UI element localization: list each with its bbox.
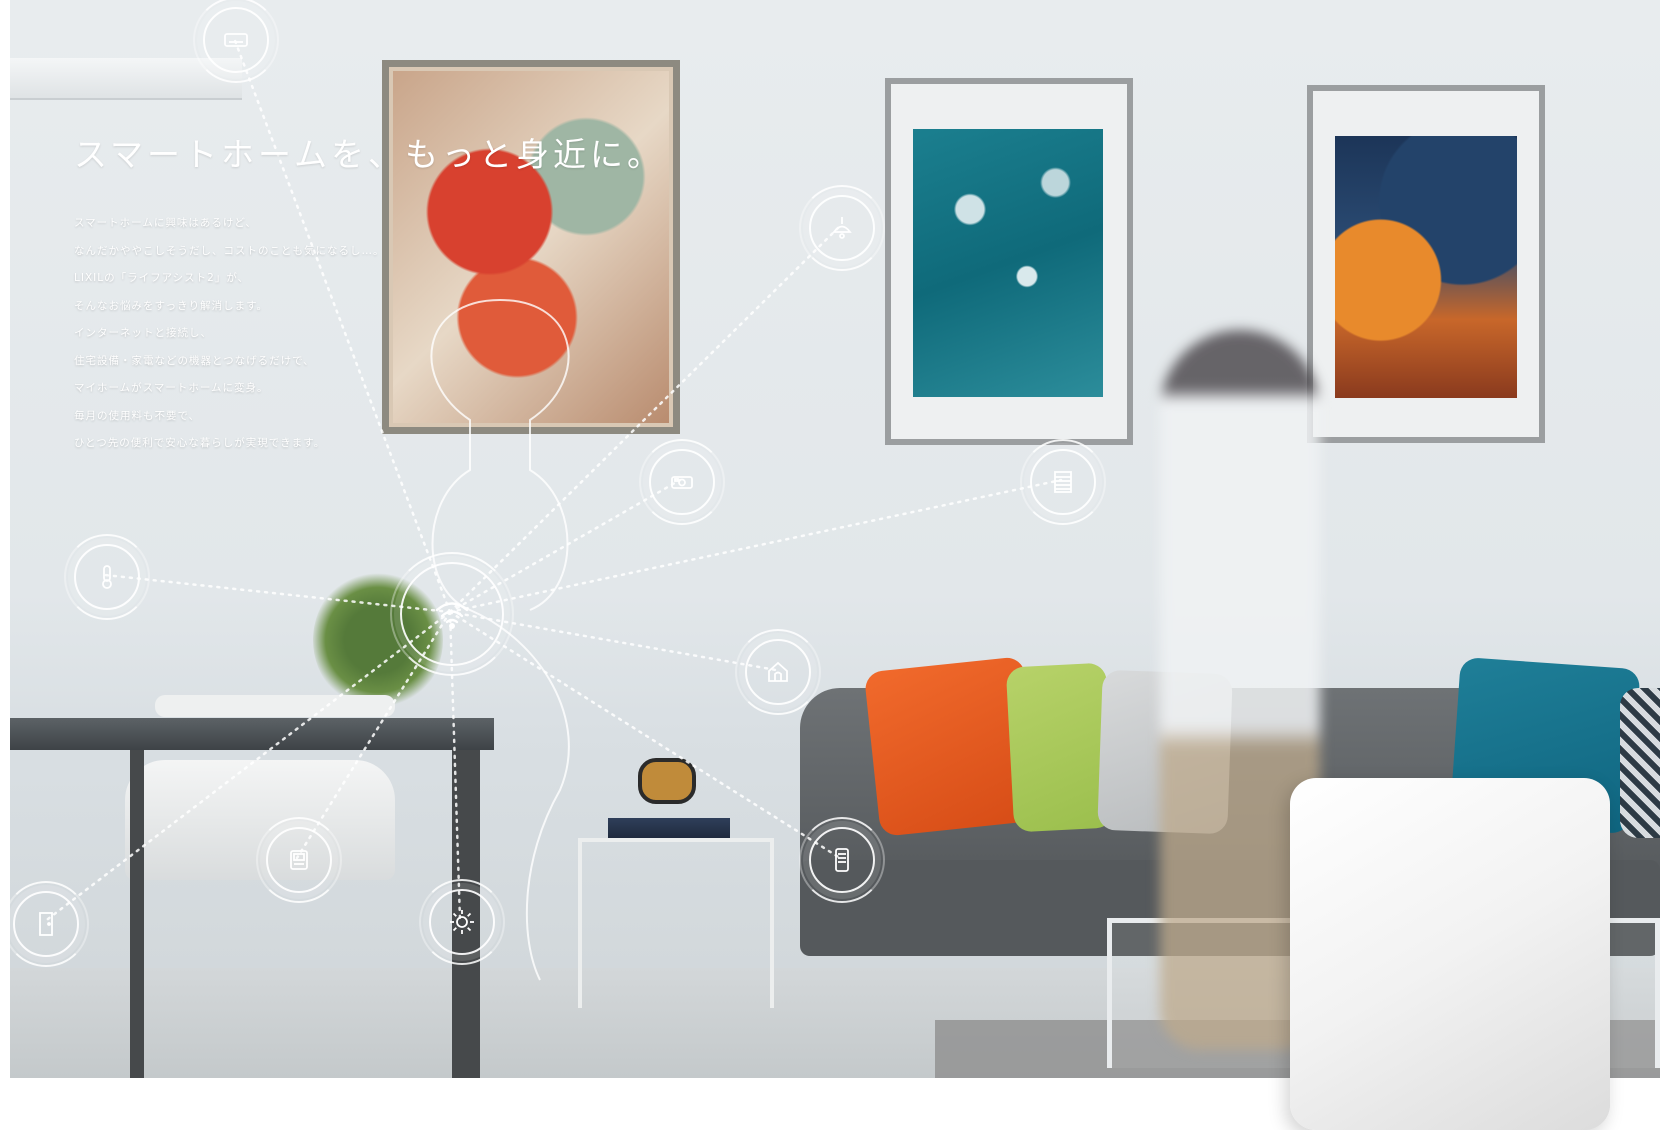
painting-almond-blossom-canvas xyxy=(913,129,1103,397)
painting-almond-blossom xyxy=(885,78,1133,445)
books xyxy=(608,818,730,838)
remote-icon xyxy=(256,817,342,903)
body-line: なんだかややこしそうだし、コストのことも気になるし…。 xyxy=(74,244,385,257)
body-line: マイホームがスマートホームに変身。 xyxy=(74,382,269,394)
headline: スマートホームを、もっと身近に。 xyxy=(74,135,665,174)
body-line: 住宅設備・家電などの機器とつなげるだけで、 xyxy=(74,354,315,367)
thermometer-icon xyxy=(64,534,150,620)
dining-table-top xyxy=(10,718,494,750)
body-copy: スマートホームに興味はあるけど、 なんだかややこしそうだし、コストのことも気にな… xyxy=(74,210,385,458)
shutter-icon xyxy=(1020,439,1106,525)
ceiling-light-icon xyxy=(799,185,885,271)
body-line: インターネットと接続し、 xyxy=(74,327,212,339)
pillow-pattern xyxy=(1620,688,1660,838)
body-line: スマートホームに興味はあるけど、 xyxy=(74,217,257,229)
body-line: LIXILの「ライフアシスト2」が、 xyxy=(74,272,250,284)
painting-cafe-terrace xyxy=(1307,85,1545,443)
chair-back xyxy=(155,695,395,717)
body-line: そんなお悩みをすっきり解消します。 xyxy=(74,299,269,312)
camera-icon xyxy=(639,439,725,525)
table-leg xyxy=(130,750,144,1078)
appliance-icon xyxy=(799,817,885,903)
air-conditioner-icon xyxy=(193,0,279,83)
table-clock xyxy=(638,758,696,804)
wifi-icon xyxy=(390,552,514,676)
painting-cafe-terrace-canvas xyxy=(1335,136,1517,398)
door-icon xyxy=(3,881,89,967)
home-icon xyxy=(735,629,821,715)
body-line: 毎月の使用料も不要で、 xyxy=(74,409,201,422)
body-line: ひとつ先の便利で安心な暮らしが実現できます。 xyxy=(74,437,326,449)
sun-icon xyxy=(419,879,505,965)
side-table xyxy=(578,838,774,1008)
painting-abstract xyxy=(382,60,680,434)
life-assist-hub-device xyxy=(1290,778,1610,1130)
painting-abstract-canvas xyxy=(393,71,669,423)
